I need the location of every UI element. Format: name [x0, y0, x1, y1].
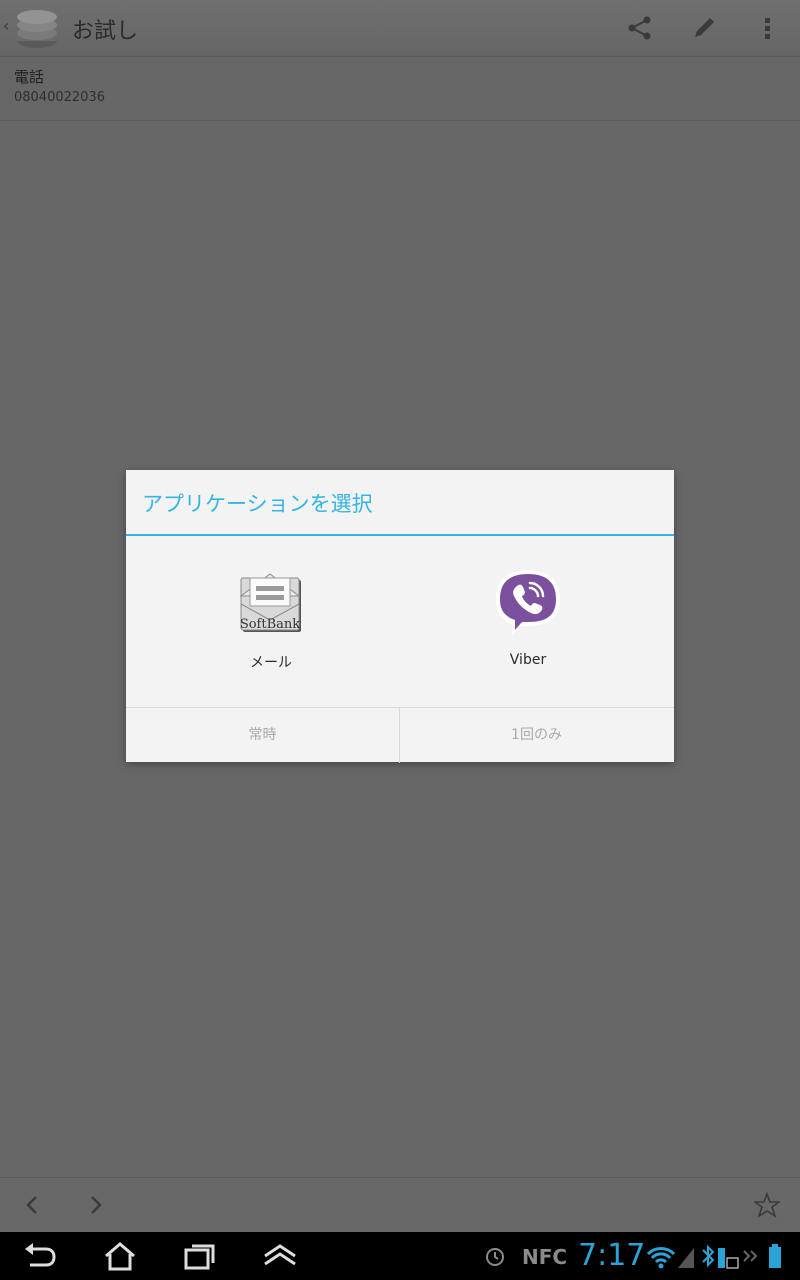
wifi-icon [646, 1247, 676, 1269]
overflow-menu-icon[interactable] [754, 14, 782, 42]
option-viber[interactable]: Viber [438, 566, 618, 676]
system-nav-bar: NFC 7:17 [0, 1232, 800, 1280]
sim-icon [718, 1248, 739, 1269]
signal-icon [678, 1248, 694, 1268]
clock: 7:17 [578, 1238, 646, 1273]
phone-number[interactable]: 08040022036 [14, 90, 105, 105]
share-icon[interactable] [626, 14, 654, 42]
nfc-indicator: NFC [522, 1245, 568, 1269]
star-icon[interactable] [754, 1192, 780, 1218]
always-button[interactable]: 常時 [126, 708, 400, 763]
option-mail[interactable]: SoftBank メール [181, 566, 361, 676]
dialog-button-row: 常時 1回のみ [126, 707, 674, 763]
dialog-title: アプリケーションを選択 [142, 492, 373, 516]
back-icon[interactable] [22, 1241, 58, 1271]
action-bar: ‹ お試し [0, 0, 800, 57]
more-notifications-icon [743, 1250, 758, 1262]
battery-icon [769, 1244, 781, 1268]
bottom-toolbar [0, 1177, 800, 1233]
chevron-left-icon[interactable] [20, 1192, 46, 1218]
chevron-right-icon[interactable] [82, 1192, 108, 1218]
option-mail-label: メール [250, 655, 292, 671]
recent-apps-icon[interactable] [182, 1241, 218, 1271]
home-icon[interactable] [102, 1241, 138, 1271]
just-once-button[interactable]: 1回のみ [400, 708, 673, 763]
dialog-title-divider [126, 534, 674, 536]
divider [0, 120, 800, 121]
up-caret-icon[interactable]: ‹ [3, 16, 9, 35]
svg-text:SoftBank: SoftBank [240, 617, 300, 632]
bluetooth-icon [702, 1244, 715, 1268]
phone-label: 電話 [14, 68, 45, 86]
up-icon[interactable] [262, 1241, 298, 1271]
app-chooser-dialog: アプリケーションを選択 SoftBank メール Viber 常時 1回のみ [126, 470, 674, 763]
softbank-mail-icon: SoftBank [239, 573, 301, 632]
viber-icon [496, 570, 560, 636]
page-title: お試し [72, 19, 139, 44]
option-viber-label: Viber [509, 652, 547, 668]
edit-icon[interactable] [690, 14, 718, 42]
alarm-icon [486, 1248, 504, 1266]
app-icon[interactable] [14, 7, 60, 51]
